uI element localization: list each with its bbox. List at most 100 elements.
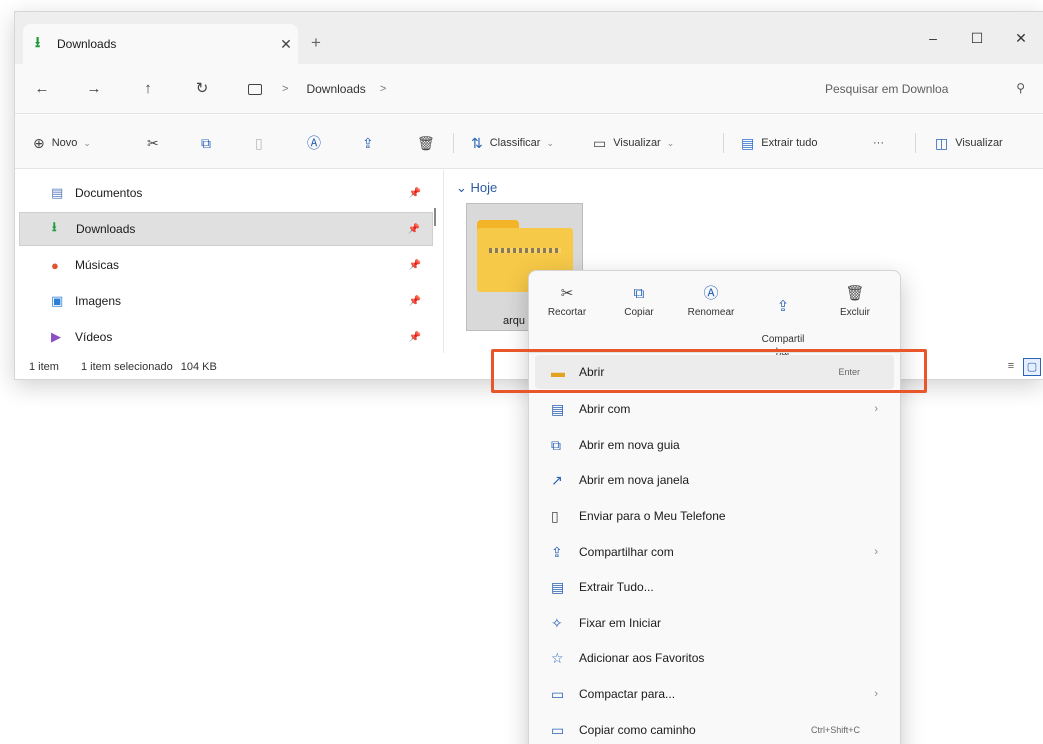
menu-item-enviar-telefone[interactable]: ▯ Enviar para o Meu Telefone xyxy=(535,499,894,533)
copy-icon: ⧉ xyxy=(633,285,645,302)
sort-button[interactable]: ⇅ Classificar ⌄ xyxy=(471,133,554,153)
menu-item-favoritos[interactable]: ☆ Adicionar aos Favoritos xyxy=(535,641,894,675)
share-button[interactable]: ⇪ Compartil har xyxy=(751,281,815,359)
pin-start-icon: ✧ xyxy=(551,614,563,631)
refresh-button[interactable]: ↻ xyxy=(187,77,217,101)
pin-icon: 📌 xyxy=(408,295,421,307)
menu-item-nova-guia[interactable]: ⧉ Abrir em nova guia xyxy=(535,428,894,462)
copy-button[interactable]: ⧉ xyxy=(201,133,211,153)
open-with-icon: ▤ xyxy=(551,400,565,417)
menu-item-copiar-caminho[interactable]: ▭ Copiar como caminho Ctrl+Shift+C xyxy=(535,713,894,744)
address-bar[interactable]: > Downloads > xyxy=(238,73,810,105)
delete-button[interactable]: 🗑 Excluir xyxy=(823,281,887,318)
videos-icon: ▶ xyxy=(51,329,61,344)
nav-item-downloads[interactable]: ⭳ Downloads 📌 xyxy=(19,212,433,246)
search-placeholder: Pesquisar em Downloa xyxy=(825,82,949,96)
menu-item-compartilhar-com[interactable]: ⇪ Compartilhar com › xyxy=(535,535,894,569)
menu-label: Extrair Tudo... xyxy=(579,580,654,594)
close-button[interactable]: ✕ xyxy=(999,24,1043,52)
copy-path-icon: ▭ xyxy=(551,721,565,738)
breadcrumb-separator[interactable]: > xyxy=(380,83,386,95)
menu-item-nova-janela[interactable]: ↗ Abrir em nova janela xyxy=(535,463,894,497)
rename-button[interactable]: Ⓐ Renomear xyxy=(679,281,743,318)
minimize-button[interactable]: – xyxy=(911,24,955,52)
cut-button[interactable]: ✂ Recortar xyxy=(535,281,599,318)
delete-icon: 🗑 xyxy=(845,285,865,302)
quick-actions: ✂ Recortar ⧉ Copiar Ⓐ Renomear ⇪ Compart… xyxy=(529,277,902,358)
pin-icon: 📌 xyxy=(407,223,420,235)
nav-item-label: Vídeos xyxy=(75,330,113,344)
new-button[interactable]: ⊕ Novo ⌄ xyxy=(33,133,91,153)
forward-button[interactable]: → xyxy=(79,77,109,101)
nav-item-videos[interactable]: ▶ Vídeos 📌 xyxy=(19,320,433,354)
breadcrumb-downloads[interactable]: Downloads xyxy=(306,82,365,96)
share-icon: ⇪ xyxy=(776,298,790,315)
more-options-button[interactable]: ··· xyxy=(873,133,884,153)
menu-item-fixar-iniciar[interactable]: ✧ Fixar em Iniciar xyxy=(535,606,894,640)
phone-icon: ▯ xyxy=(551,507,559,524)
title-bar: ⭳ Downloads ✕ + – ☐ ✕ xyxy=(15,12,1043,64)
menu-item-extrair-tudo[interactable]: ▤ Extrair Tudo... xyxy=(535,570,894,604)
rename-button[interactable]: Ⓐ xyxy=(307,133,321,153)
command-bar: ⊕ Novo ⌄ ✂ ⧉ ▯ Ⓐ ⇪ 🗑 ⇅ Classificar ⌄ ▭ V… xyxy=(15,115,1043,169)
up-button[interactable]: ↑ xyxy=(133,77,163,101)
breadcrumb-separator: > xyxy=(282,83,289,95)
music-icon: ● xyxy=(51,257,59,273)
copy-button[interactable]: ⧉ Copiar xyxy=(607,281,671,318)
tab-close-button[interactable]: ✕ xyxy=(274,36,298,53)
menu-item-compactar[interactable]: ▭ Compactar para... › xyxy=(535,677,894,711)
item-count: 1 item xyxy=(29,361,59,373)
plus-circle-icon: ⊕ xyxy=(33,134,45,151)
nav-item-documentos[interactable]: ▤ Documentos 📌 xyxy=(19,176,433,210)
new-tab-icon: ⧉ xyxy=(551,436,561,453)
back-button[interactable]: ← xyxy=(27,77,57,101)
pin-icon: 📌 xyxy=(408,331,421,343)
quick-label: Copiar xyxy=(624,307,654,318)
tiles-view-icon[interactable]: ▢ xyxy=(1023,358,1041,376)
chevron-right-icon: › xyxy=(874,403,878,415)
delete-button[interactable]: 🗑 xyxy=(417,133,435,153)
new-tab-button[interactable]: + xyxy=(305,32,327,54)
pane-divider[interactable] xyxy=(443,170,444,353)
sort-icon: ⇅ xyxy=(471,134,483,151)
divider xyxy=(453,133,454,153)
details-label: Visualizar xyxy=(955,137,1003,149)
details-pane-button[interactable]: ◫ Visualizar xyxy=(935,133,1003,153)
paste-button[interactable]: ▯ xyxy=(255,133,263,153)
context-menu: ✂ Recortar ⧉ Copiar Ⓐ Renomear ⇪ Compart… xyxy=(528,270,902,744)
cut-button[interactable]: ✂ xyxy=(147,133,159,153)
tab-title: Downloads xyxy=(57,37,117,51)
menu-item-abrir-com[interactable]: ▤ Abrir com › xyxy=(535,392,894,426)
menu-label: Compartilhar com xyxy=(579,545,674,559)
document-icon: ▤ xyxy=(51,185,64,200)
nav-item-musicas[interactable]: ● Músicas 📌 xyxy=(19,248,433,282)
menu-label: Copiar como caminho xyxy=(579,723,696,737)
share-button[interactable]: ⇪ xyxy=(362,133,374,153)
extract-icon: ▤ xyxy=(741,134,755,151)
divider xyxy=(723,133,724,153)
nav-scrollbar[interactable] xyxy=(434,208,436,226)
shortcut-text: Ctrl+Shift+C xyxy=(810,725,860,735)
extract-all-button[interactable]: ▤ Extrair tudo xyxy=(741,133,817,153)
nav-item-imagens[interactable]: ▣ Imagens 📌 xyxy=(19,284,433,318)
chevron-right-icon: › xyxy=(874,688,878,700)
cut-icon: ✂ xyxy=(147,134,159,151)
tab-downloads[interactable]: ⭳ Downloads ✕ xyxy=(23,24,298,64)
menu-label: Abrir em nova guia xyxy=(579,438,680,452)
maximize-button[interactable]: ☐ xyxy=(955,24,999,52)
search-input[interactable]: Pesquisar em Downloa ⚲ xyxy=(811,73,1037,105)
delete-icon: 🗑 xyxy=(417,134,435,151)
group-header[interactable]: ⌄ Hoje xyxy=(456,180,497,196)
extract-label: Extrair tudo xyxy=(761,137,818,149)
details-view-icon[interactable]: ≡ xyxy=(1002,358,1020,376)
computer-icon xyxy=(248,83,262,95)
share-icon: ⇪ xyxy=(362,134,374,151)
chevron-down-icon: ⌄ xyxy=(546,137,555,148)
pin-icon: 📌 xyxy=(408,259,421,271)
address-row: ← → ↑ ↻ > Downloads > Pesquisar em Downl… xyxy=(15,64,1043,114)
copy-icon: ⧉ xyxy=(201,134,211,151)
more-icon: ··· xyxy=(873,137,884,149)
chevron-right-icon: › xyxy=(874,546,878,558)
view-button[interactable]: ▭ Visualizar ⌄ xyxy=(593,133,674,153)
pin-icon: 📌 xyxy=(408,187,421,199)
